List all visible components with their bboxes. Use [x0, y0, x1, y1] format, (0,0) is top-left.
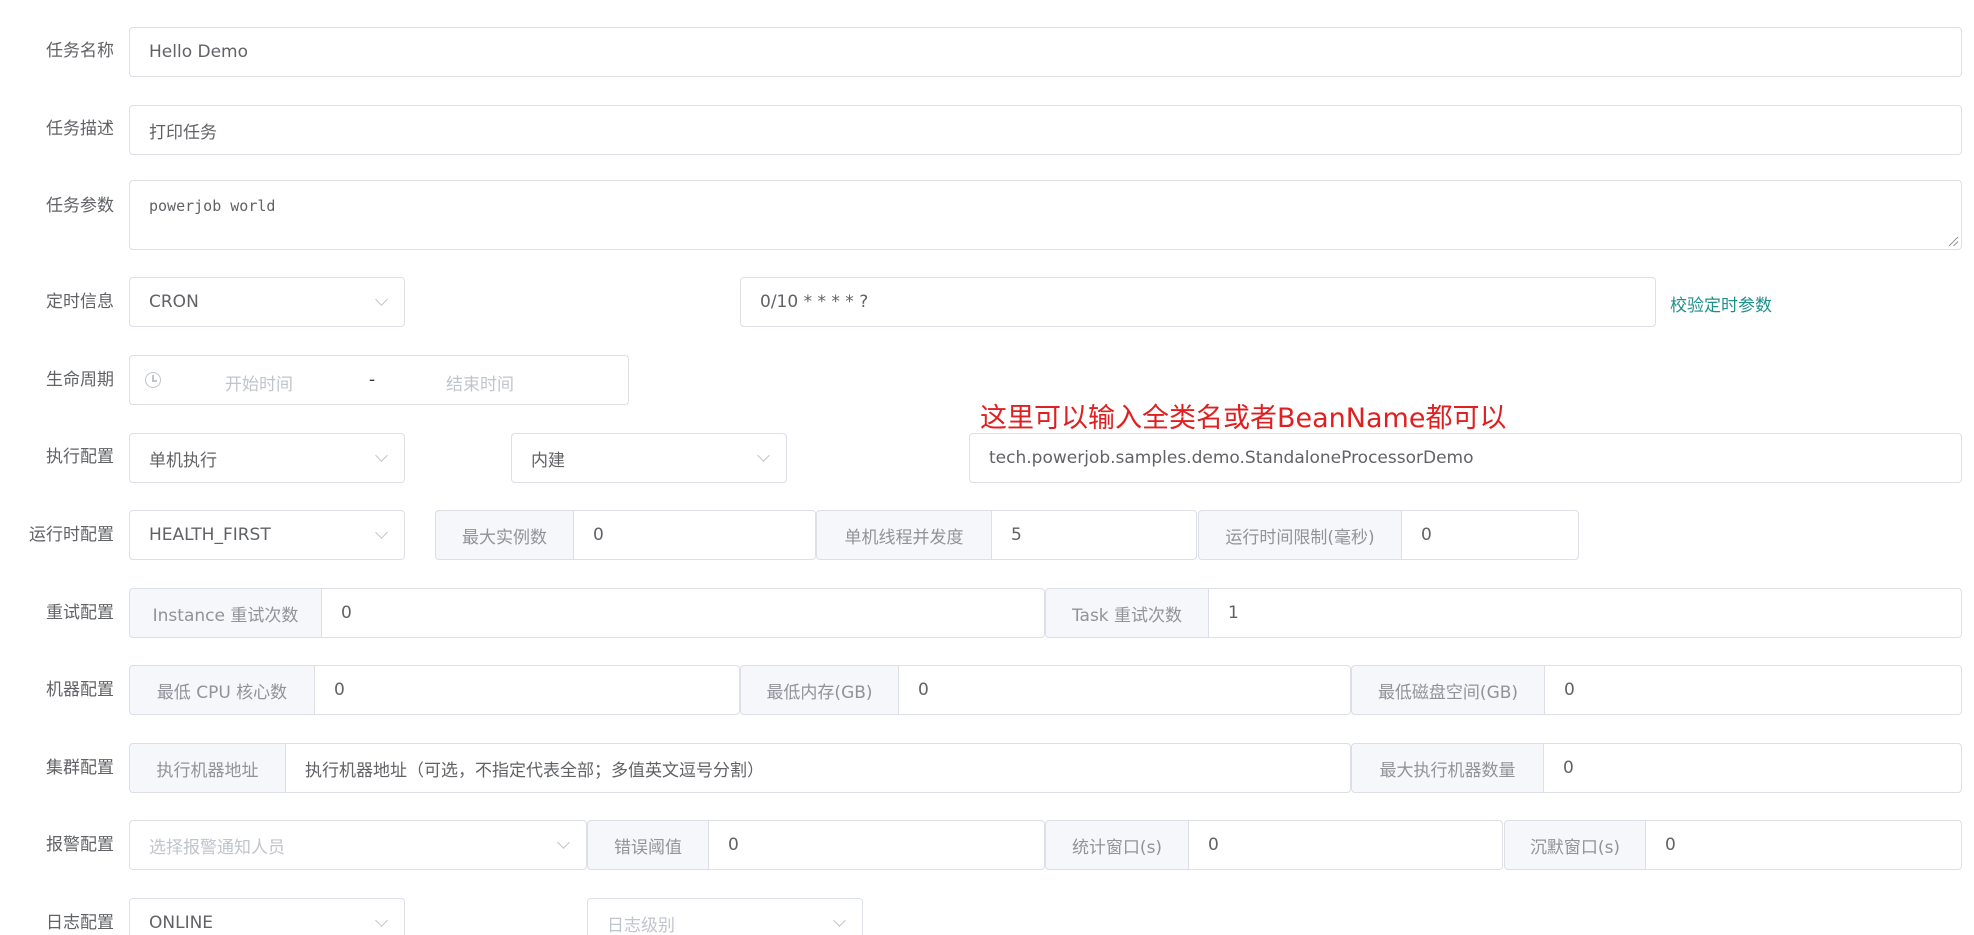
silence-window-prefix: 沉默窗口(s)	[1504, 820, 1645, 870]
execution-mode-select[interactable]: 单机执行	[129, 433, 405, 483]
instance-retry-prefix: Instance 重试次数	[129, 588, 321, 638]
concurrency-input[interactable]: 5	[991, 510, 1197, 560]
concurrency-prefix: 单机线程并发度	[816, 510, 991, 560]
log-type-select[interactable]: ONLINE	[129, 898, 405, 935]
instance-retry-group: Instance 重试次数 0	[129, 588, 1045, 638]
clock-icon	[145, 372, 161, 388]
execution-label: 执行配置	[46, 447, 114, 467]
max-machines-group: 最大执行机器数量 0	[1351, 743, 1962, 793]
max-machines-input[interactable]: 0	[1543, 743, 1962, 793]
processor-type-value: 内建	[531, 450, 565, 471]
task-name-value: Hello Demo	[149, 42, 249, 62]
cron-expression-value: 0/10 * * * * ?	[760, 292, 869, 312]
max-machines-prefix: 最大执行机器数量	[1351, 743, 1543, 793]
error-threshold-input[interactable]: 0	[708, 820, 1045, 870]
range-separator: -	[369, 370, 376, 390]
timing-type-value: CRON	[149, 292, 199, 312]
min-cpu-input[interactable]: 0	[314, 665, 740, 715]
max-instances-group: 最大实例数 0	[435, 510, 816, 560]
processor-annotation: 这里可以输入全类名或者BeanName都可以	[980, 403, 1507, 434]
executor-address-input[interactable]: 执行机器地址（可选，不指定代表全部；多值英文逗号分割）	[285, 743, 1351, 793]
task-retry-input[interactable]: 1	[1208, 588, 1962, 638]
task-params-textarea[interactable]: powerjob world	[129, 180, 1962, 250]
executor-address-prefix: 执行机器地址	[129, 743, 285, 793]
max-instances-input[interactable]: 0	[573, 510, 816, 560]
log-level-placeholder: 日志级别	[607, 915, 675, 935]
stats-window-group: 统计窗口(s) 0	[1045, 820, 1503, 870]
min-disk-prefix: 最低磁盘空间(GB)	[1351, 665, 1544, 715]
machine-label: 机器配置	[46, 680, 114, 700]
cluster-label: 集群配置	[46, 758, 114, 778]
instance-retry-input[interactable]: 0	[321, 588, 1045, 638]
execution-mode-value: 单机执行	[149, 450, 217, 471]
min-cpu-prefix: 最低 CPU 核心数	[129, 665, 314, 715]
task-desc-label: 任务描述	[46, 119, 114, 139]
stats-window-input[interactable]: 0	[1188, 820, 1503, 870]
min-disk-group: 最低磁盘空间(GB) 0	[1351, 665, 1962, 715]
min-cpu-group: 最低 CPU 核心数 0	[129, 665, 740, 715]
alarm-receivers-placeholder: 选择报警通知人员	[149, 837, 285, 858]
alarm-label: 报警配置	[46, 835, 114, 855]
log-type-value: ONLINE	[149, 913, 214, 933]
silence-window-input[interactable]: 0	[1645, 820, 1962, 870]
log-label: 日志配置	[46, 913, 114, 933]
task-name-label: 任务名称	[46, 41, 114, 61]
error-threshold-prefix: 错误阈值	[587, 820, 708, 870]
stats-window-prefix: 统计窗口(s)	[1045, 820, 1188, 870]
max-instances-prefix: 最大实例数	[435, 510, 573, 560]
silence-window-group: 沉默窗口(s) 0	[1504, 820, 1962, 870]
task-desc-value: 打印任务	[149, 122, 217, 143]
validate-timing-link[interactable]: 校验定时参数	[1670, 291, 1772, 316]
start-time-input[interactable]: 开始时间	[225, 370, 293, 395]
min-disk-input[interactable]: 0	[1544, 665, 1962, 715]
error-threshold-group: 错误阈值 0	[587, 820, 1045, 870]
concurrency-group: 单机线程并发度 5	[816, 510, 1197, 560]
task-desc-input[interactable]: 打印任务	[129, 105, 1962, 155]
timing-label: 定时信息	[46, 292, 114, 312]
resize-handle-icon[interactable]	[1949, 237, 1958, 246]
time-limit-input[interactable]: 0	[1401, 510, 1579, 560]
min-memory-prefix: 最低内存(GB)	[740, 665, 898, 715]
processor-info-value: tech.powerjob.samples.demo.StandalonePro…	[989, 448, 1474, 468]
min-memory-group: 最低内存(GB) 0	[740, 665, 1351, 715]
task-retry-group: Task 重试次数 1	[1045, 588, 1962, 638]
alarm-receivers-select[interactable]: 选择报警通知人员	[129, 820, 587, 870]
processor-info-input[interactable]: tech.powerjob.samples.demo.StandalonePro…	[969, 433, 1962, 483]
processor-type-select[interactable]: 内建	[511, 433, 787, 483]
time-limit-prefix: 运行时间限制(毫秒)	[1198, 510, 1401, 560]
min-memory-input[interactable]: 0	[898, 665, 1351, 715]
timing-type-select[interactable]: CRON	[129, 277, 405, 327]
lifecycle-label: 生命周期	[46, 370, 114, 390]
log-level-select[interactable]: 日志级别	[587, 898, 863, 935]
executor-address-group: 执行机器地址 执行机器地址（可选，不指定代表全部；多值英文逗号分割）	[129, 743, 1351, 793]
retry-label: 重试配置	[46, 603, 114, 623]
dispatch-strategy-value: HEALTH_FIRST	[149, 525, 271, 545]
task-name-input[interactable]: Hello Demo	[129, 27, 1962, 77]
cron-expression-input[interactable]: 0/10 * * * * ?	[740, 277, 1656, 327]
lifecycle-range-picker[interactable]: 开始时间 - 结束时间	[129, 355, 629, 405]
time-limit-group: 运行时间限制(毫秒) 0	[1198, 510, 1579, 560]
end-time-input[interactable]: 结束时间	[446, 370, 514, 395]
task-params-label: 任务参数	[46, 196, 114, 216]
task-retry-prefix: Task 重试次数	[1045, 588, 1208, 638]
runtime-label: 运行时配置	[29, 525, 114, 545]
task-params-value: powerjob world	[149, 197, 276, 215]
dispatch-strategy-select[interactable]: HEALTH_FIRST	[129, 510, 405, 560]
